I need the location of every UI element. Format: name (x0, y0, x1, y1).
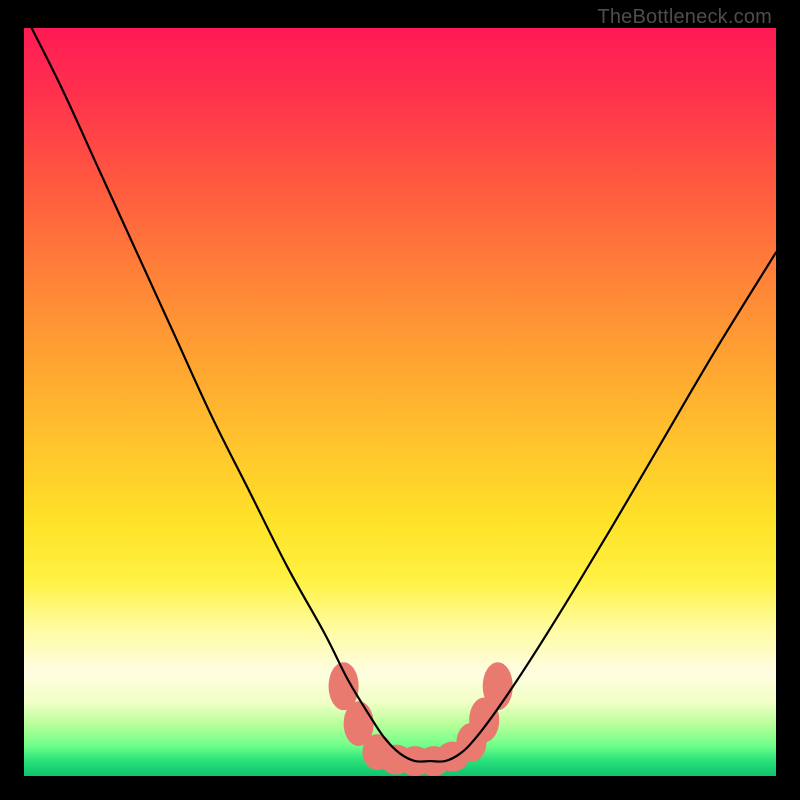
chart-frame: TheBottleneck.com (0, 0, 800, 800)
plot-area (24, 28, 776, 776)
watermark-text: TheBottleneck.com (597, 6, 772, 29)
curve-markers (329, 662, 513, 776)
curve-svg (24, 28, 776, 776)
curve-marker (483, 662, 513, 710)
bottleneck-curve (24, 28, 776, 762)
